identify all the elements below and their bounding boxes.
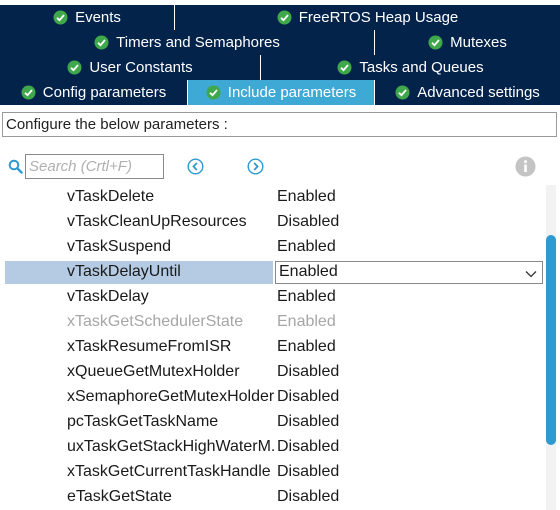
parameter-name: vTaskDelayUntil [67, 263, 181, 280]
tab-advanced-settings[interactable]: Advanced settings [375, 80, 560, 105]
parameter-value[interactable]: Disabled [277, 438, 339, 456]
parameter-list: vTaskDelete Enabled vTaskCleanUpResource… [0, 185, 545, 510]
tab-label: Include parameters [227, 84, 357, 101]
parameter-name: vTaskCleanUpResources [67, 213, 247, 230]
check-circle-icon [94, 35, 109, 50]
check-circle-icon [277, 10, 292, 25]
tab-row-4: Config parameters Include parameters Adv… [0, 80, 560, 105]
parameter-row[interactable]: vTaskSuspend Enabled [0, 235, 545, 260]
parameter-name: xTaskResumeFromISR [67, 338, 232, 355]
search-input[interactable] [25, 154, 164, 179]
check-circle-icon [53, 10, 68, 25]
parameter-name: pcTaskGetTaskName [67, 413, 219, 430]
parameter-name: uxTaskGetStackHighWaterM. [67, 438, 276, 455]
parameter-row[interactable]: vTaskCleanUpResources Disabled [0, 210, 545, 235]
tab-label: FreeRTOS Heap Usage [298, 9, 459, 26]
tab-events[interactable]: Events [0, 5, 175, 30]
check-circle-icon [337, 60, 352, 75]
parameter-name: eTaskGetState [67, 488, 172, 505]
value-dropdown[interactable]: Enabled [275, 261, 543, 284]
dropdown-selected-value: Enabled [279, 263, 338, 280]
parameters-description: Configure the below parameters : [2, 112, 557, 137]
parameter-value[interactable]: Enabled [277, 238, 336, 256]
parameter-row[interactable]: xSemaphoreGetMutexHolder Disabled [0, 385, 545, 410]
check-circle-icon [206, 85, 221, 100]
freertos-config-panel: Events FreeRTOS Heap Usage Timers and Se… [0, 0, 560, 510]
tab-include-parameters[interactable]: Include parameters [188, 80, 375, 105]
parameter-name: xSemaphoreGetMutexHolder [67, 388, 275, 405]
parameter-name: xTaskGetSchedulerState [67, 313, 244, 330]
chevron-right-circle-icon[interactable] [247, 158, 264, 175]
search-icon [8, 159, 23, 174]
tab-config-parameters[interactable]: Config parameters [0, 80, 188, 105]
parameter-name: vTaskSuspend [67, 238, 172, 255]
check-circle-icon [395, 85, 410, 100]
check-circle-icon [67, 60, 82, 75]
tab-row-3: User Constants Tasks and Queues [0, 55, 560, 80]
tab-row-1: Events FreeRTOS Heap Usage [0, 5, 560, 30]
tab-label: User Constants [89, 59, 193, 76]
check-circle-icon [428, 35, 443, 50]
vertical-scrollbar[interactable] [546, 185, 556, 510]
parameter-value[interactable]: Disabled [277, 413, 339, 431]
parameter-row[interactable]: xQueueGetMutexHolder Disabled [0, 360, 545, 385]
parameter-name: xQueueGetMutexHolder [67, 363, 240, 380]
tab-label: Advanced settings [417, 84, 540, 101]
parameter-row[interactable]: xTaskResumeFromISR Enabled [0, 335, 545, 360]
tab-row-2: Timers and Semaphores Mutexes [0, 30, 560, 55]
tab-tasks-and-queues[interactable]: Tasks and Queues [261, 55, 560, 80]
parameter-row[interactable]: vTaskDelay Enabled [0, 285, 545, 310]
tab-label: Timers and Semaphores [116, 34, 280, 51]
tab-mutexes[interactable]: Mutexes [375, 30, 560, 55]
scrollbar-thumb[interactable] [546, 235, 556, 445]
parameter-value[interactable]: Disabled [277, 463, 339, 481]
parameter-name: vTaskDelay [67, 288, 149, 305]
parameter-row[interactable]: xTaskGetCurrentTaskHandle Disabled [0, 460, 545, 485]
chevron-down-icon[interactable] [525, 267, 537, 279]
parameter-name: vTaskDelete [67, 188, 155, 205]
parameter-row-disabled: xTaskGetSchedulerState Enabled [0, 310, 545, 335]
parameter-name: xTaskGetCurrentTaskHandle [67, 463, 271, 480]
parameter-row[interactable]: eTaskGetState Disabled [0, 485, 545, 510]
parameter-value[interactable]: Enabled [277, 338, 336, 356]
parameter-row[interactable]: vTaskDelete Enabled [0, 185, 545, 210]
tab-timers-and-semaphores[interactable]: Timers and Semaphores [0, 30, 375, 55]
parameter-row[interactable]: pcTaskGetTaskName Disabled [0, 410, 545, 435]
parameter-row[interactable]: uxTaskGetStackHighWaterM. Disabled [0, 435, 545, 460]
tab-freertos-heap-usage[interactable]: FreeRTOS Heap Usage [175, 5, 560, 30]
parameter-value: Enabled [277, 313, 336, 330]
parameter-value[interactable]: Disabled [277, 213, 339, 231]
parameter-value[interactable]: Enabled [277, 288, 336, 306]
tab-user-constants[interactable]: User Constants [0, 55, 261, 80]
parameter-value[interactable]: Disabled [277, 488, 339, 506]
parameter-value[interactable]: Disabled [277, 363, 339, 381]
tab-label: Events [75, 9, 121, 26]
tab-label: Mutexes [450, 34, 507, 51]
parameter-row-selected[interactable]: vTaskDelayUntil Enabled [0, 260, 545, 285]
check-circle-icon [21, 85, 36, 100]
chevron-left-circle-icon[interactable] [187, 158, 204, 175]
parameter-value[interactable]: Enabled [277, 188, 336, 206]
tab-label: Tasks and Queues [359, 59, 484, 76]
parameter-value[interactable]: Disabled [277, 388, 339, 406]
info-icon[interactable] [515, 156, 536, 177]
tab-label: Config parameters [42, 84, 167, 101]
